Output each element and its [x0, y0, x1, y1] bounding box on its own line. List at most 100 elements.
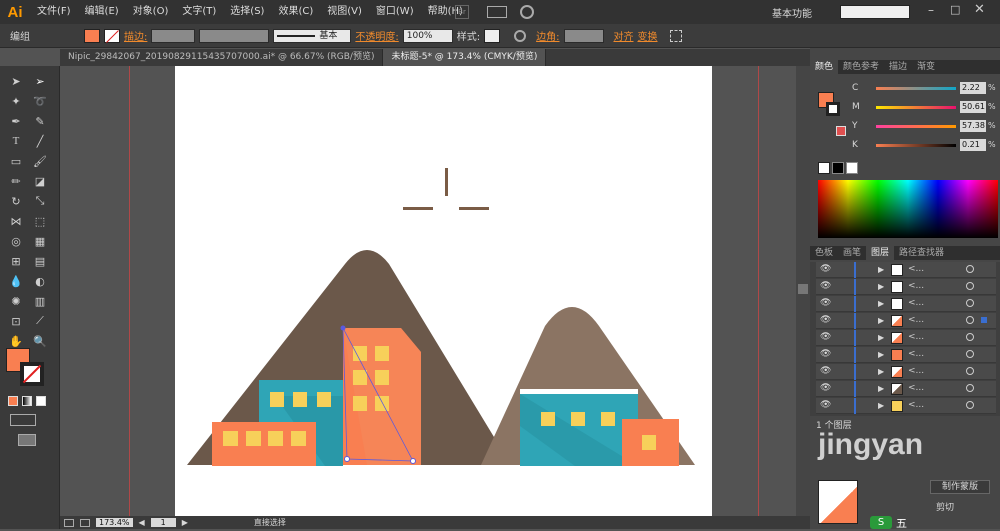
tab-color[interactable]: 颜色: [810, 60, 839, 74]
expand-icon[interactable]: ▶: [878, 316, 884, 325]
target-icon[interactable]: [966, 265, 974, 273]
opacity-label[interactable]: 不透明度:: [355, 28, 398, 43]
anchor-point[interactable]: [344, 456, 350, 462]
canvas-area[interactable]: [60, 66, 810, 516]
align-link[interactable]: 对齐: [614, 28, 634, 43]
layer-row[interactable]: 👁 ▶ <...: [816, 262, 996, 278]
target-icon[interactable]: [966, 401, 974, 409]
black-color-swatch[interactable]: [832, 162, 844, 174]
visibility-icon[interactable]: 👁: [820, 366, 831, 376]
slider-m[interactable]: M 50.61%: [818, 100, 998, 116]
visibility-icon[interactable]: 👁: [820, 264, 831, 274]
expand-icon[interactable]: ▶: [878, 333, 884, 342]
menu-edit[interactable]: 编辑(E): [78, 0, 126, 24]
target-icon[interactable]: [966, 299, 974, 307]
layer-row[interactable]: 👁 ▶ <...: [816, 330, 996, 346]
target-icon[interactable]: [966, 282, 974, 290]
pen-tool-icon[interactable]: ✒: [8, 114, 24, 128]
column-graph-tool-icon[interactable]: ▥: [32, 294, 48, 308]
layer-name[interactable]: <...: [908, 349, 924, 359]
tab-pathfinder[interactable]: 路径查找器: [894, 246, 949, 260]
line-tool-icon[interactable]: ╱: [32, 134, 48, 148]
tab-layers[interactable]: 图层: [866, 246, 895, 260]
rotate-tool-icon[interactable]: ↻: [8, 194, 24, 208]
tab-untitled-5[interactable]: 未标题-5* @ 173.4% (CMYK/预览): [383, 49, 547, 66]
next-artboard-icon[interactable]: ▶: [182, 518, 188, 527]
layer-name[interactable]: <...: [908, 264, 924, 274]
blend-tool-icon[interactable]: ◐: [32, 274, 48, 288]
ime-logo[interactable]: S: [870, 516, 892, 529]
anchor-point[interactable]: [410, 458, 416, 464]
vertical-scrollbar[interactable]: [796, 66, 810, 516]
corner-field[interactable]: [563, 28, 604, 43]
page-setup-icon[interactable]: [64, 518, 74, 527]
layer-row[interactable]: 👁 ▶ <...: [816, 296, 996, 312]
layer-row[interactable]: 👁 ▶ <...: [816, 347, 996, 363]
tab-gradient[interactable]: 渐变: [912, 60, 940, 74]
graphic-style-swatch[interactable]: [484, 28, 501, 43]
layer-row[interactable]: 👁 ▶ <...: [816, 313, 996, 329]
expand-icon[interactable]: ▶: [878, 282, 884, 291]
bridge-button[interactable]: Br: [455, 5, 469, 19]
prev-artboard-icon[interactable]: ◀: [139, 518, 145, 527]
color-spectrum[interactable]: [818, 180, 998, 238]
layer-row[interactable]: 👁 ▶ <...: [816, 381, 996, 397]
free-transform-tool-icon[interactable]: ⬚: [32, 214, 48, 228]
layer-name[interactable]: <...: [908, 315, 924, 325]
layer-row[interactable]: 👁 ▶ <...: [816, 279, 996, 295]
layer-name[interactable]: <...: [908, 366, 924, 376]
screen-mode-icon[interactable]: [18, 434, 36, 446]
target-icon[interactable]: [966, 384, 974, 392]
make-mask-button[interactable]: 制作蒙版: [930, 480, 990, 494]
menu-type[interactable]: 文字(T): [175, 0, 223, 24]
visibility-icon[interactable]: 👁: [820, 298, 831, 308]
sync-icon[interactable]: [520, 5, 534, 19]
symbol-sprayer-tool-icon[interactable]: ✺: [8, 294, 24, 308]
close-icon[interactable]: ✕: [974, 2, 985, 17]
visibility-icon[interactable]: 👁: [820, 383, 831, 393]
layer-name[interactable]: <...: [908, 298, 924, 308]
workspace-switcher[interactable]: 基本功能: [772, 5, 812, 20]
minimize-icon[interactable]: –: [928, 3, 934, 17]
menu-object[interactable]: 对象(O): [126, 0, 176, 24]
lasso-tool-icon[interactable]: ➰: [32, 94, 48, 108]
visibility-icon[interactable]: 👁: [820, 332, 831, 342]
layer-name[interactable]: <...: [908, 332, 924, 342]
visibility-icon[interactable]: 👁: [820, 349, 831, 359]
slider-y[interactable]: Y 57.38%: [818, 119, 998, 135]
gradient-tool-icon[interactable]: ▤: [32, 254, 48, 268]
slice-tool-icon[interactable]: ⟋: [32, 314, 48, 328]
shape-builder-tool-icon[interactable]: ◎: [8, 234, 24, 248]
none-mode-icon[interactable]: [36, 396, 46, 406]
menu-view[interactable]: 视图(V): [320, 0, 369, 24]
target-icon[interactable]: [966, 316, 974, 324]
fill-swatch[interactable]: [84, 28, 100, 43]
tab-color-guide[interactable]: 颜色参考: [838, 60, 884, 74]
scroll-thumb[interactable]: [798, 284, 808, 294]
type-tool-icon[interactable]: T: [8, 134, 24, 148]
selection-indicator[interactable]: [981, 317, 987, 323]
search-input[interactable]: [840, 5, 910, 19]
share-icon[interactable]: [80, 518, 90, 527]
visibility-icon[interactable]: 👁: [820, 400, 831, 410]
expand-icon[interactable]: ▶: [878, 401, 884, 410]
pencil-tool-icon[interactable]: ✏: [8, 174, 24, 188]
paintbrush-tool-icon[interactable]: 🖌: [32, 154, 48, 168]
expand-icon[interactable]: ▶: [878, 299, 884, 308]
brush-definition[interactable]: 基本: [273, 28, 352, 43]
corner-label[interactable]: 边角:: [536, 28, 559, 43]
slider-k[interactable]: K 0.21%: [818, 138, 998, 154]
artboard-number-field[interactable]: 1: [150, 518, 176, 527]
color-mode-icon[interactable]: [8, 396, 18, 406]
slider-c[interactable]: C 2.22%: [818, 81, 998, 97]
channel-value[interactable]: 0.21: [960, 139, 986, 151]
zoom-field[interactable]: 173.4%: [96, 518, 133, 527]
target-icon[interactable]: [966, 367, 974, 375]
menu-window[interactable]: 窗口(W): [369, 0, 421, 24]
expand-icon[interactable]: ▶: [878, 367, 884, 376]
artboard-tool-icon[interactable]: ⊡: [8, 314, 24, 328]
layer-row[interactable]: 👁 ▶ <...: [816, 364, 996, 380]
tab-nipic-document[interactable]: Nipic_29842067_20190829115435707000.ai* …: [60, 49, 384, 66]
transform-link[interactable]: 变换: [638, 28, 658, 43]
scale-tool-icon[interactable]: ⤡: [32, 194, 48, 208]
